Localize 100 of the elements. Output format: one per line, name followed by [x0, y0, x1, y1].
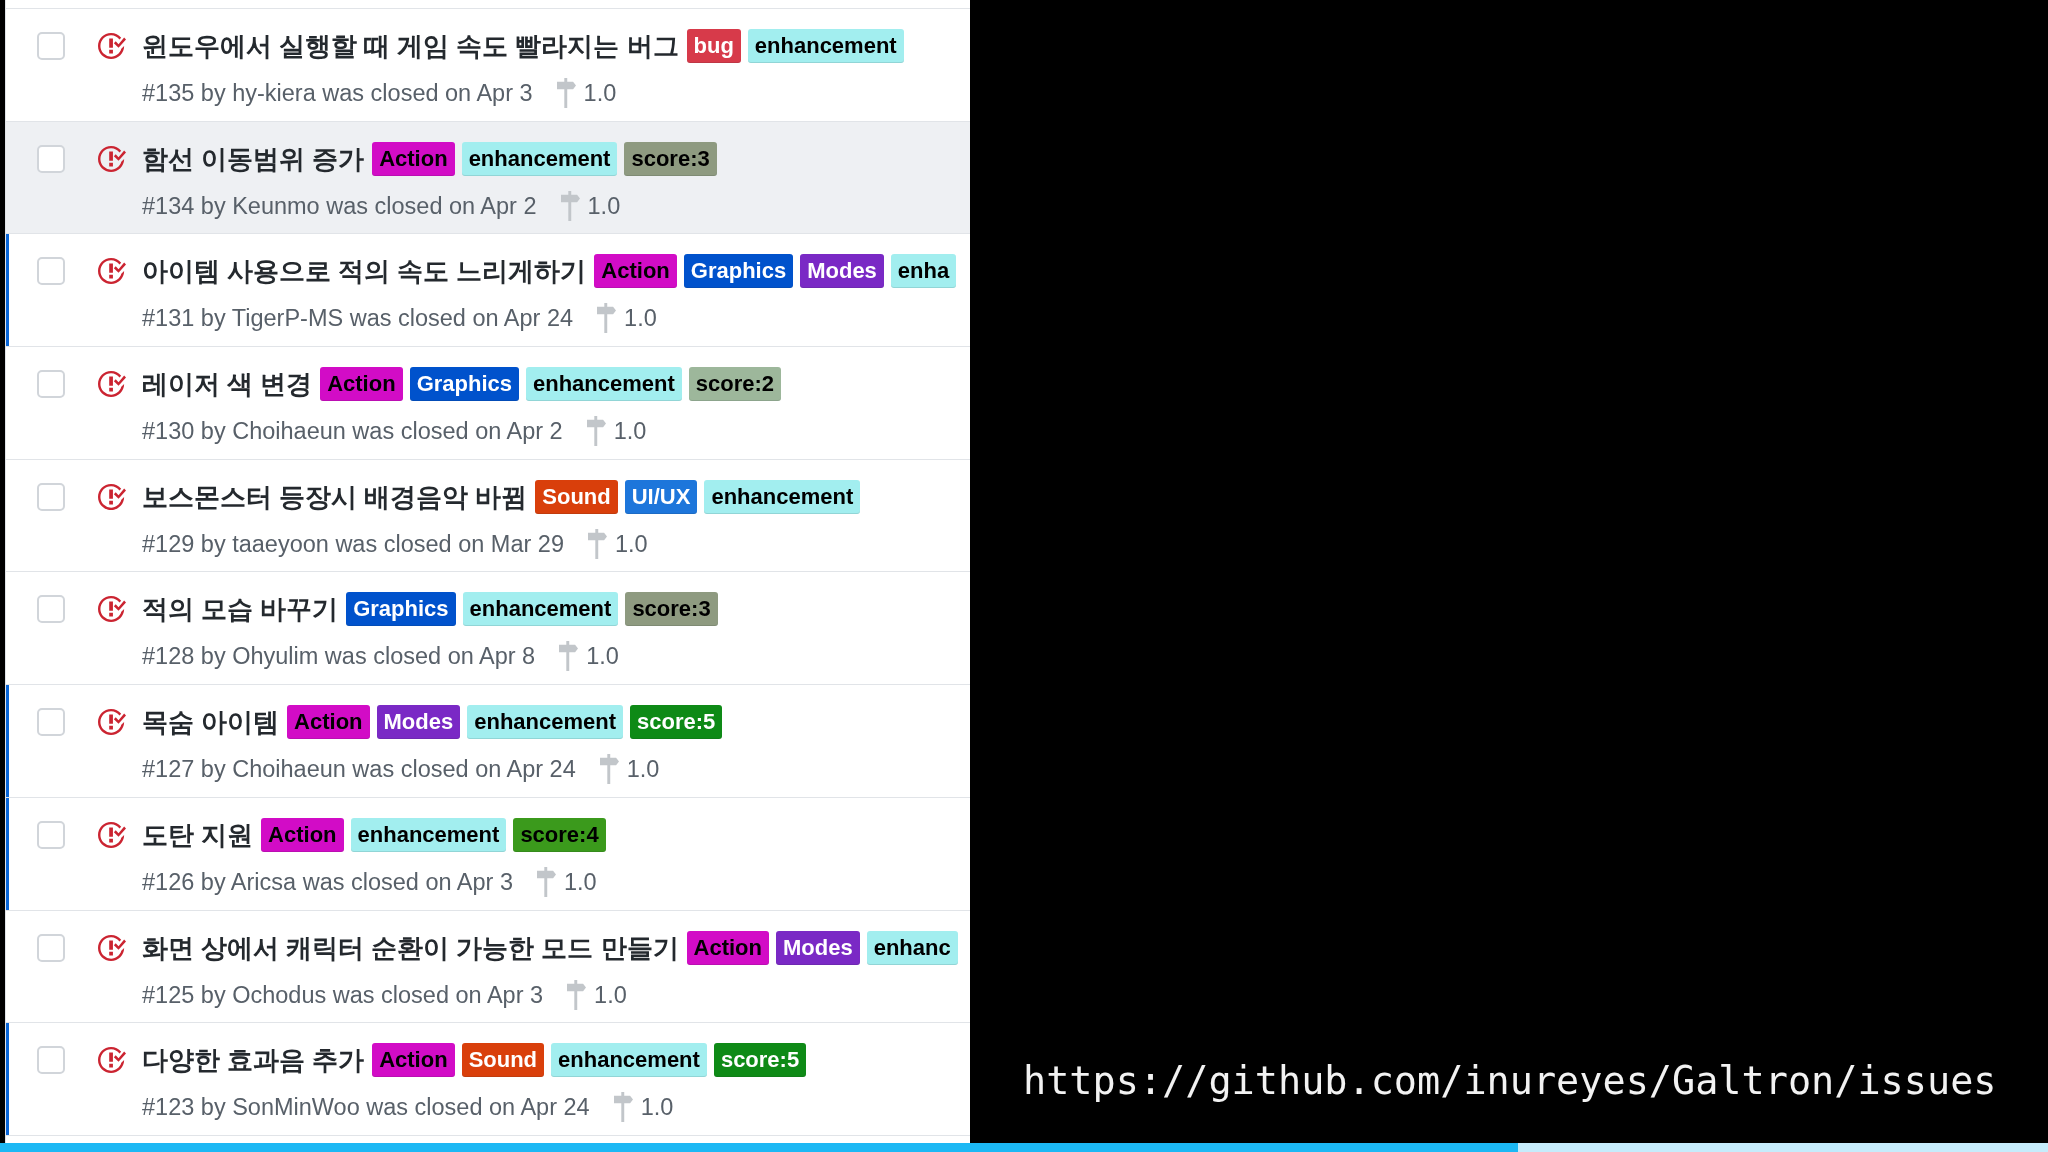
issue-label[interactable]: Sound — [535, 479, 618, 514]
issue-label[interactable]: score:3 — [625, 592, 718, 627]
progress-track[interactable] — [0, 1143, 2048, 1152]
select-checkbox[interactable] — [37, 482, 65, 511]
signpost-icon — [537, 866, 556, 897]
issue-label[interactable]: enha — [890, 254, 957, 289]
issue-row[interactable]: 다양한 효과음 추가 Action Sound enhancement score:5 #123 by SonMinWoo was closed on Apr 24 1.0 — [6, 1023, 970, 1136]
select-checkbox[interactable] — [37, 257, 65, 286]
milestone-link[interactable]: 1.0 — [614, 529, 648, 558]
milestone-link[interactable]: 1.0 — [583, 79, 617, 107]
issue-title-link[interactable]: 레이저 색 변경 — [142, 367, 313, 402]
signpost-icon — [613, 1092, 633, 1123]
select-checkbox[interactable] — [37, 1046, 65, 1075]
issue-row[interactable]: 목숨 아이템 Action Modes enhancement score:5 #127 by Choihaeun was closed on Apr 24 1.0 — [6, 685, 970, 798]
issue-title-link[interactable]: 도탄 지원 — [142, 817, 254, 852]
issue-label[interactable]: Action — [594, 254, 677, 289]
issue-label[interactable]: Graphics — [409, 367, 519, 402]
select-checkbox[interactable] — [37, 144, 65, 173]
issue-label[interactable]: Action — [372, 141, 455, 176]
issue-title-link[interactable]: 함선 이동범위 증가 — [142, 141, 365, 176]
issue-label[interactable]: Action — [261, 817, 344, 852]
milestone-link[interactable]: 1.0 — [624, 304, 657, 333]
issue-meta-text: #127 by Choihaeun was closed on Apr 24 — [142, 755, 576, 784]
milestone-link[interactable]: 1.0 — [640, 1093, 674, 1122]
issue-meta-text: #129 by taaeyoon was closed on Mar 29 — [142, 529, 564, 558]
issue-label[interactable]: Action — [372, 1043, 455, 1078]
issue-label[interactable]: enhancement — [350, 817, 507, 852]
issue-row[interactable]: 도탄 지원 Action enhancement score:4 #126 by Aricsa was closed on Apr 3 1.0 — [6, 797, 970, 911]
issue-meta-text: #128 by Ohyulim was closed on Apr 8 — [142, 642, 536, 671]
issue-label[interactable]: enhanc — [866, 930, 958, 965]
issue-label[interactable]: Modes — [800, 254, 884, 289]
select-checkbox[interactable] — [37, 933, 65, 962]
issue-meta-text: #126 by Aricsa was closed on Apr 3 — [142, 867, 513, 896]
issue-label[interactable]: Action — [287, 705, 370, 740]
signpost-icon — [599, 754, 619, 785]
issue-label[interactable]: enhancement — [467, 705, 624, 740]
issue-title-link[interactable]: 적의 모습 바꾸기 — [142, 592, 339, 627]
issue-label[interactable]: Sound — [461, 1043, 545, 1078]
select-checkbox[interactable] — [37, 595, 65, 624]
issue-meta-text: #125 by Ochodus was closed on Apr 3 — [142, 980, 544, 1009]
issue-label[interactable]: score:5 — [630, 705, 723, 740]
closed-issue-icon — [98, 1046, 126, 1075]
signpost-icon — [586, 416, 606, 447]
issue-title-link[interactable]: 윈도우에서 실행할 때 게임 속도 빨라지는 버그 — [142, 29, 679, 63]
milestone-link[interactable]: 1.0 — [586, 642, 619, 671]
issue-label[interactable]: Graphics — [346, 592, 456, 627]
issue-label[interactable]: enhancement — [526, 367, 682, 402]
issue-title-link[interactable]: 목숨 아이템 — [142, 705, 280, 740]
milestone-link[interactable]: 1.0 — [613, 417, 647, 446]
issue-label[interactable]: score:2 — [688, 367, 782, 402]
closed-issue-icon — [98, 144, 126, 173]
issue-meta-text: #131 by TigerP-MS was closed on Apr 24 — [142, 304, 574, 333]
signpost-icon — [567, 979, 587, 1010]
issue-label[interactable]: bug — [686, 29, 741, 63]
closed-issue-icon — [98, 820, 126, 849]
issue-label[interactable]: Modes — [376, 705, 461, 740]
closed-issue-icon — [98, 708, 126, 737]
signpost-icon — [597, 303, 617, 334]
signpost-icon — [587, 528, 607, 559]
issue-title-link[interactable]: 아이템 사용으로 적의 속도 느리게하기 — [142, 254, 587, 289]
issue-title-link[interactable]: 보스몬스터 등장시 배경음악 바뀜 — [142, 479, 528, 514]
issue-label[interactable]: Graphics — [683, 254, 794, 289]
select-checkbox[interactable] — [37, 370, 65, 399]
issue-label[interactable]: Action — [320, 367, 403, 402]
issue-meta-text: #130 by Choihaeun was closed on Apr 2 — [142, 417, 563, 446]
milestone-link[interactable]: 1.0 — [626, 755, 660, 784]
issue-title-link[interactable]: 화면 상에서 캐릭터 순환이 가능한 모드 만들기 — [142, 930, 679, 965]
closed-issue-icon — [98, 482, 126, 511]
issue-label[interactable]: score:3 — [624, 141, 717, 176]
issue-label[interactable]: score:4 — [513, 817, 606, 852]
select-checkbox[interactable] — [37, 32, 65, 60]
issue-label[interactable]: enhancement — [704, 479, 861, 514]
closed-issue-icon — [98, 595, 126, 624]
signpost-icon — [556, 78, 576, 108]
issue-label[interactable]: Modes — [775, 930, 860, 965]
issue-label[interactable]: enhancement — [551, 1043, 707, 1078]
url-caption: https://github.com/inureyes/Galtron/issues — [1023, 1057, 1997, 1106]
issue-label[interactable]: score:5 — [713, 1043, 807, 1078]
closed-issue-icon — [98, 32, 126, 60]
issue-meta-text: #123 by SonMinWoo was closed on Apr 24 — [142, 1093, 590, 1122]
closed-issue-icon — [98, 370, 126, 399]
issue-label[interactable]: enhancement — [747, 29, 904, 63]
issue-row[interactable]: 함선 이동범위 증가 Action enhancement score:3 #134 by Keunmo was closed on Apr 2 1.0 — [6, 121, 970, 235]
milestone-link[interactable]: 1.0 — [587, 191, 621, 220]
signpost-icon — [559, 641, 579, 672]
closed-issue-icon — [98, 933, 126, 962]
issue-title-link[interactable]: 다양한 효과음 추가 — [142, 1043, 365, 1078]
issue-label[interactable]: UI/UX — [624, 479, 698, 514]
issue-meta-text: #134 by Keunmo was closed on Apr 2 — [142, 191, 537, 220]
issue-label[interactable]: enhancement — [461, 141, 618, 176]
milestone-link[interactable]: 1.0 — [594, 980, 627, 1009]
select-checkbox[interactable] — [37, 708, 65, 737]
issue-label[interactable]: Action — [686, 930, 769, 965]
milestone-link[interactable]: 1.0 — [564, 867, 597, 896]
issue-label[interactable]: enhancement — [462, 592, 619, 627]
closed-issue-icon — [98, 257, 126, 286]
select-checkbox[interactable] — [37, 820, 65, 849]
signpost-icon — [560, 190, 580, 221]
issue-meta-text: #135 by hy-kiera was closed on Apr 3 — [142, 79, 533, 107]
issue-row[interactable]: 아이템 사용으로 적의 속도 느리게하기 Action Graphics Modes enha #131 by TigerP-MS was closed on Apr 24 1.0 — [6, 234, 970, 348]
